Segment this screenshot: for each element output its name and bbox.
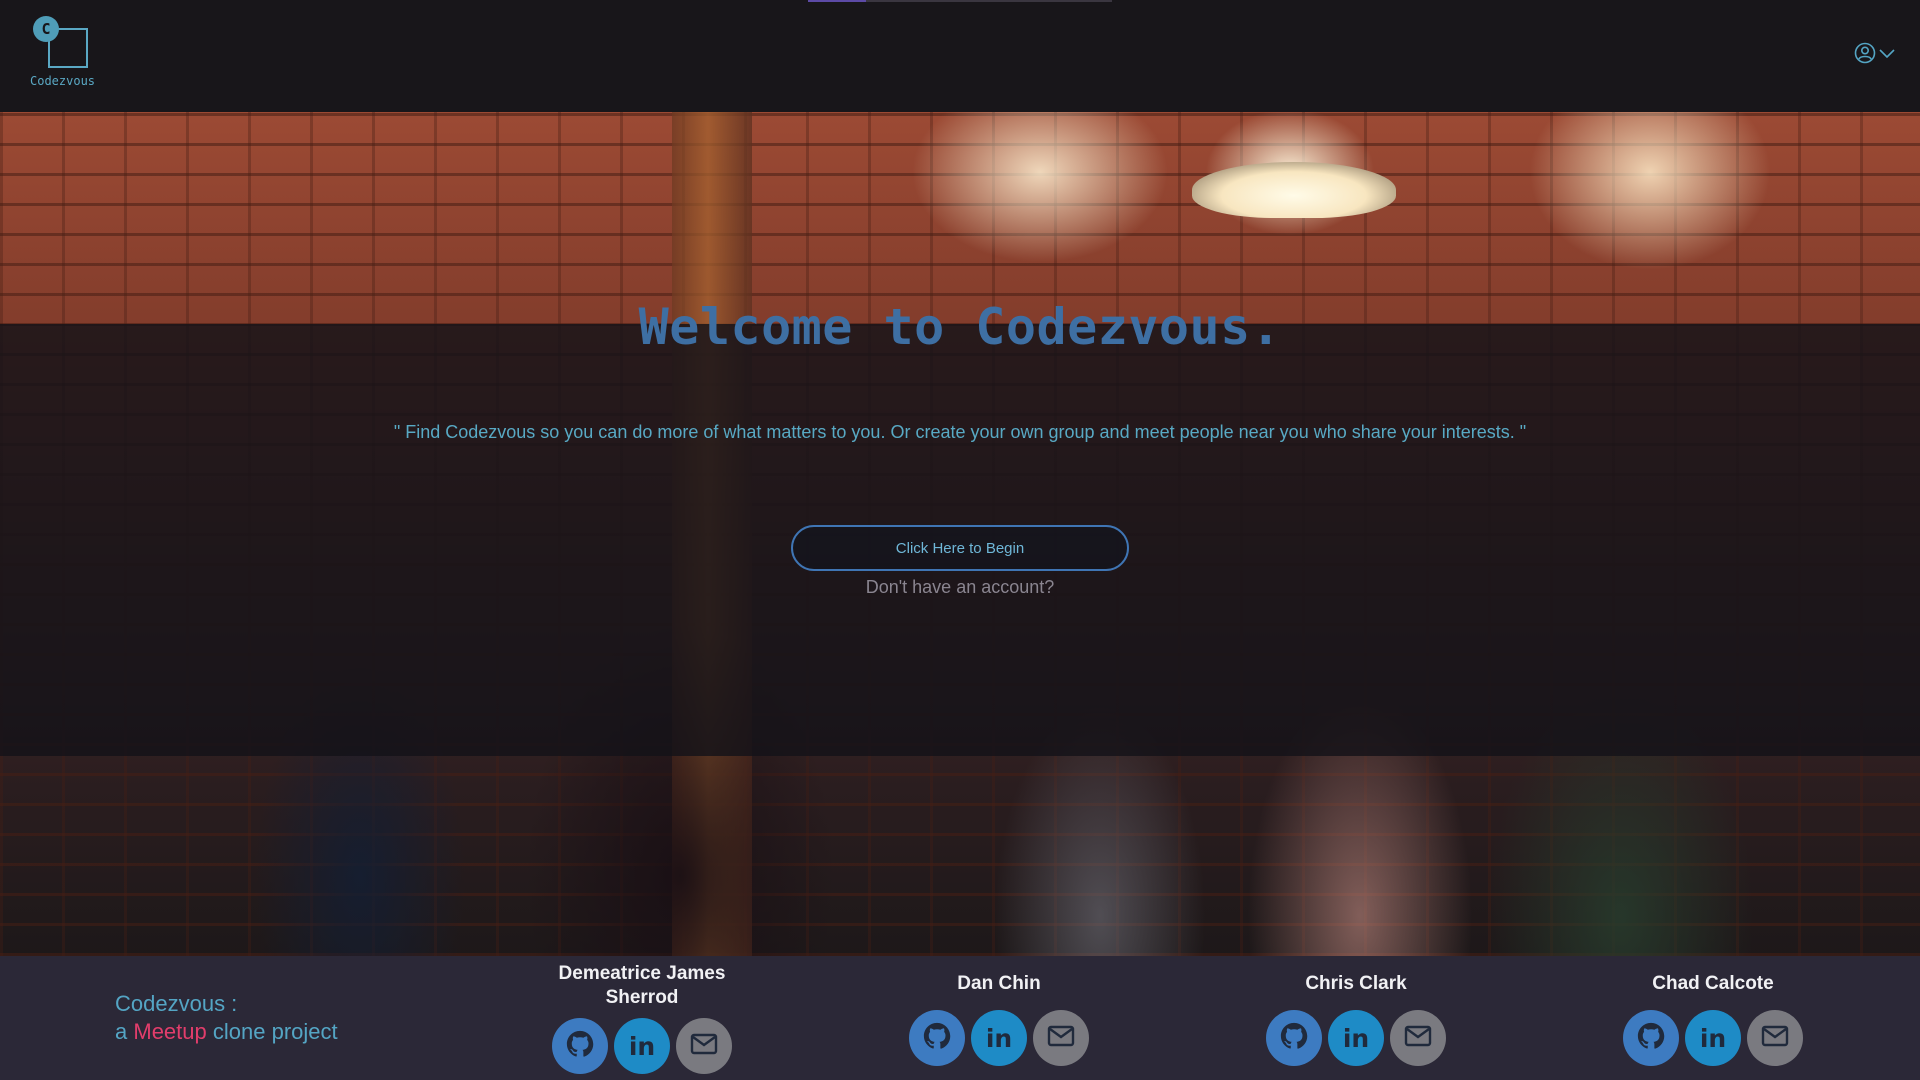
member-links: in	[1613, 1010, 1813, 1066]
email-link[interactable]	[1747, 1010, 1803, 1066]
page-progress-bar	[808, 0, 1112, 2]
member-name: Dan Chin	[957, 973, 1041, 994]
email-icon	[1047, 1025, 1075, 1052]
github-link[interactable]	[909, 1010, 965, 1066]
member-card: Chad Calcote in	[1613, 962, 1813, 1066]
github-link[interactable]	[1623, 1010, 1679, 1066]
member-card: Demeatrice James Sherrod in	[542, 962, 742, 1074]
linkedin-icon: in	[985, 1023, 1013, 1053]
github-link[interactable]	[1266, 1010, 1322, 1066]
email-link[interactable]	[1390, 1010, 1446, 1066]
footer-brand-a: a	[115, 1019, 128, 1044]
github-icon	[565, 1029, 595, 1064]
meetup-link[interactable]: Meetup	[133, 1019, 206, 1044]
github-icon	[1636, 1021, 1666, 1056]
begin-button[interactable]: Click Here to Begin	[791, 525, 1129, 571]
logo-text: Codezvous	[30, 74, 96, 88]
linkedin-link[interactable]: in	[614, 1018, 670, 1074]
email-icon	[1761, 1025, 1789, 1052]
footer-brand-rest: clone project	[212, 1019, 338, 1044]
logo-badge: C	[33, 16, 59, 42]
member-card: Dan Chin in	[899, 962, 1099, 1066]
member-name: Demeatrice James Sherrod	[558, 963, 726, 1008]
user-menu-button[interactable]	[1854, 42, 1896, 64]
github-link[interactable]	[552, 1018, 608, 1074]
email-link[interactable]	[1033, 1010, 1089, 1066]
github-icon	[922, 1021, 952, 1056]
linkedin-link[interactable]: in	[1328, 1010, 1384, 1066]
linkedin-link[interactable]: in	[1685, 1010, 1741, 1066]
page-title: Welcome to Codezvous.	[638, 298, 1282, 356]
member-card: Chris Clark in	[1256, 962, 1456, 1066]
linkedin-icon: in	[1342, 1023, 1370, 1053]
footer-brand-line1: Codezvous :	[115, 991, 238, 1016]
member-links: in	[542, 1018, 742, 1074]
email-icon	[690, 1033, 718, 1060]
linkedin-icon: in	[628, 1031, 656, 1061]
linkedin-icon: in	[1699, 1023, 1727, 1053]
user-circle-icon	[1854, 42, 1876, 64]
chevron-down-icon	[1878, 46, 1896, 60]
member-name: Chad Calcote	[1652, 973, 1774, 994]
email-link[interactable]	[676, 1018, 732, 1074]
linkedin-link[interactable]: in	[971, 1010, 1027, 1066]
footer-brand: Codezvous : a Meetup clone project	[115, 990, 338, 1046]
signup-link[interactable]: Don't have an account?	[0, 577, 1920, 598]
footer: Codezvous : a Meetup clone project Demea…	[0, 956, 1920, 1080]
navbar: C Codezvous	[0, 0, 1920, 112]
page-progress-fill	[808, 0, 866, 2]
member-links: in	[1256, 1010, 1456, 1066]
email-icon	[1404, 1025, 1432, 1052]
github-icon	[1279, 1021, 1309, 1056]
hero-quote: " Find Codezvous so you can do more of w…	[393, 422, 1527, 442]
logo[interactable]: C Codezvous	[28, 14, 108, 90]
member-links: in	[899, 1010, 1099, 1066]
footer-brand-line2: a Meetup clone project	[115, 1018, 338, 1046]
member-name: Chris Clark	[1305, 973, 1407, 994]
hero-lamp	[1192, 162, 1396, 218]
